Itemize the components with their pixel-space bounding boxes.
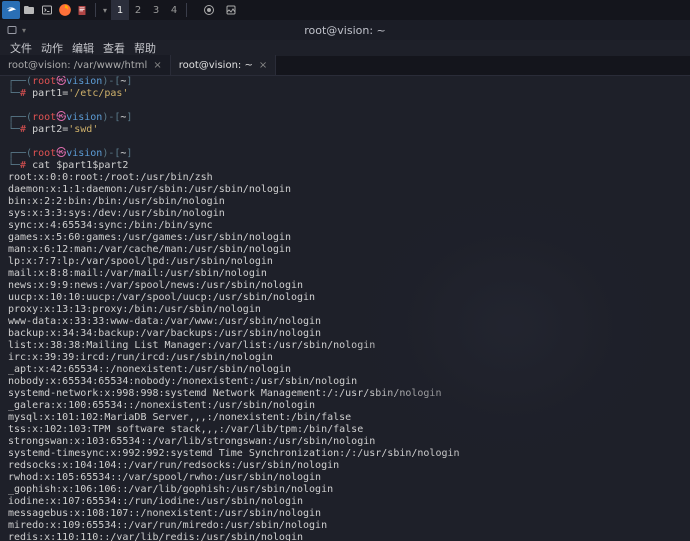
output-line: messagebus:x:108:107::/nonexistent:/usr/…: [8, 508, 682, 520]
taskbar-launcher-group: ▾: [0, 1, 111, 19]
workspace-switcher: 1 2 3 4: [111, 0, 183, 20]
output-line: sync:x:4:65534:sync:/bin:/bin/sync: [8, 220, 682, 232]
output-line: strongswan:x:103:65534::/var/lib/strongs…: [8, 436, 682, 448]
output-line: nobody:x:65534:65534:nobody:/nonexistent…: [8, 376, 682, 388]
window-title: root@vision: ~: [0, 24, 690, 37]
output-line: iodine:x:107:65534::/run/iodine:/usr/sbi…: [8, 496, 682, 508]
output-line: root:x:0:0:root:/root:/usr/bin/zsh: [8, 172, 682, 184]
output-line: irc:x:39:39:ircd:/run/ircd:/usr/sbin/nol…: [8, 352, 682, 364]
output-line: _gophish:x:106:106::/var/lib/gophish:/us…: [8, 484, 682, 496]
output-line: daemon:x:1:1:daemon:/usr/sbin:/usr/sbin/…: [8, 184, 682, 196]
output-line: _apt:x:42:65534::/nonexistent:/usr/sbin/…: [8, 364, 682, 376]
window-menu-icon[interactable]: [4, 22, 20, 38]
menu-help[interactable]: 帮助: [134, 40, 156, 56]
output-line: _galera:x:100:65534::/nonexistent:/usr/s…: [8, 400, 682, 412]
taskbar-separator: [186, 3, 187, 17]
output-line: redsocks:x:104:104::/var/run/redsocks:/u…: [8, 460, 682, 472]
menu-file[interactable]: 文件: [10, 40, 32, 56]
tab-1[interactable]: root@vision: /var/www/html ×: [0, 55, 171, 75]
output-line: man:x:6:12:man:/var/cache/man:/usr/sbin/…: [8, 244, 682, 256]
tab-strip: root@vision: /var/www/html × root@vision…: [0, 56, 690, 76]
output-line: systemd-timesync:x:992:992:systemd Time …: [8, 448, 682, 460]
workspace-2[interactable]: 2: [129, 0, 147, 20]
chevron-down-icon[interactable]: ▾: [99, 6, 111, 15]
close-icon[interactable]: ×: [259, 60, 267, 71]
tab-2[interactable]: root@vision: ~ ×: [171, 55, 277, 75]
output-line: bin:x:2:2:bin:/bin:/usr/sbin/nologin: [8, 196, 682, 208]
window-titlebar[interactable]: ▾ root@vision: ~: [0, 20, 690, 40]
menu-edit[interactable]: 编辑: [72, 40, 94, 56]
output-line: games:x:5:60:games:/usr/games:/usr/sbin/…: [8, 232, 682, 244]
editor-icon[interactable]: [74, 1, 92, 19]
output-line: mail:x:8:8:mail:/var/mail:/usr/sbin/nolo…: [8, 268, 682, 280]
workspace-3[interactable]: 3: [147, 0, 165, 20]
close-icon[interactable]: ×: [153, 60, 161, 71]
output-line: systemd-network:x:998:998:systemd Networ…: [8, 388, 682, 400]
blank-line: [8, 100, 682, 112]
firefox-icon[interactable]: [56, 1, 74, 19]
tab-label: root@vision: ~: [179, 60, 253, 71]
output-line: proxy:x:13:13:proxy:/bin:/usr/sbin/nolog…: [8, 304, 682, 316]
prompt: ┌──(root㉿vision)-[~]: [8, 148, 682, 160]
prompt: ┌──(root㉿vision)-[~]: [8, 76, 682, 88]
output-line: sys:x:3:3:sys:/dev:/usr/sbin/nologin: [8, 208, 682, 220]
output-line: mysql:x:101:102:MariaDB Server,,,:/nonex…: [8, 412, 682, 424]
output-line: www-data:x:33:33:www-data:/var/www:/usr/…: [8, 316, 682, 328]
screenshot-icon[interactable]: [222, 1, 240, 19]
command-line: └─# part1='/etc/pas': [8, 88, 682, 100]
terminal-output[interactable]: ┌──(root㉿vision)-[~]└─# part1='/etc/pas'…: [0, 76, 690, 541]
menu-action[interactable]: 动作: [41, 40, 63, 56]
output-line: miredo:x:109:65534::/var/run/miredo:/usr…: [8, 520, 682, 532]
output-line: news:x:9:9:news:/var/spool/news:/usr/sbi…: [8, 280, 682, 292]
files-icon[interactable]: [20, 1, 38, 19]
output-line: backup:x:34:34:backup:/var/backups:/usr/…: [8, 328, 682, 340]
output-line: redis:x:110:110::/var/lib/redis:/usr/sbi…: [8, 532, 682, 541]
window-controls: ▾: [0, 22, 26, 38]
taskbar: ▾ 1 2 3 4: [0, 0, 690, 20]
output-line: uucp:x:10:10:uucp:/var/spool/uucp:/usr/s…: [8, 292, 682, 304]
output-line: list:x:38:38:Mailing List Manager:/var/l…: [8, 340, 682, 352]
kali-menu-icon[interactable]: [2, 1, 20, 19]
workspace-1[interactable]: 1: [111, 0, 129, 20]
tab-label: root@vision: /var/www/html: [8, 60, 147, 71]
taskbar-tray: [200, 1, 240, 19]
output-line: lp:x:7:7:lp:/var/spool/lpd:/usr/sbin/nol…: [8, 256, 682, 268]
output-line: rwhod:x:105:65534::/var/spool/rwho:/usr/…: [8, 472, 682, 484]
command-line: └─# cat $part1$part2: [8, 160, 682, 172]
prompt: ┌──(root㉿vision)-[~]: [8, 112, 682, 124]
menubar: 文件 动作 编辑 查看 帮助: [0, 40, 690, 56]
taskbar-separator: [95, 3, 96, 17]
blank-line: [8, 136, 682, 148]
output-line: tss:x:102:103:TPM software stack,,,:/var…: [8, 424, 682, 436]
command-line: └─# part2='swd': [8, 124, 682, 136]
chevron-down-icon[interactable]: ▾: [20, 26, 26, 35]
workspace-4[interactable]: 4: [165, 0, 183, 20]
record-icon[interactable]: [200, 1, 218, 19]
menu-view[interactable]: 查看: [103, 40, 125, 56]
terminal-icon[interactable]: [38, 1, 56, 19]
